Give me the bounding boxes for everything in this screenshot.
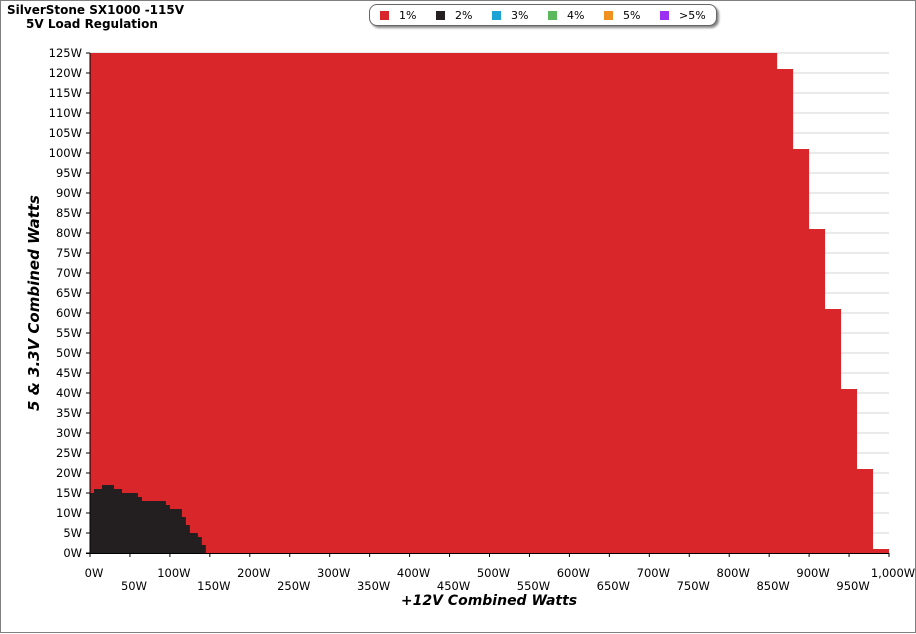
y-tick-label: 85W [56, 206, 82, 220]
y-tick-label: 15W [56, 486, 82, 500]
y-tick-label: 30W [56, 426, 82, 440]
y-tick-label: 115W [49, 86, 82, 100]
y-tick-label: 100W [49, 146, 82, 160]
x-tick-label: 1,000W [871, 566, 915, 580]
x-tick-label: 450W [437, 579, 470, 593]
y-tick-label: 25W [56, 446, 82, 460]
x-tick-label: 600W [557, 566, 590, 580]
plot-area: 0W 5W 10W 15W 20W 25W 30W 35W 40W 45W 50W 55W 60W 65W… [25, 46, 915, 609]
x-tick-label: 400W [397, 566, 430, 580]
y-tick-label: 45W [56, 366, 82, 380]
y-tick-label: 10W [56, 506, 82, 520]
y-tick-label: 125W [49, 46, 82, 60]
y-tick-label: 80W [56, 226, 82, 240]
y-tick-label: 0W [63, 546, 82, 560]
y-tick-label: 65W [56, 286, 82, 300]
x-tick-label: 800W [717, 566, 750, 580]
chart-frame: SilverStone SX1000 -115V 5V Load Regulat… [0, 0, 916, 633]
y-tick-label: 35W [56, 406, 82, 420]
x-tick-label: 500W [477, 566, 510, 580]
y-tick-label: 20W [56, 466, 82, 480]
y-tick-label: 55W [56, 326, 82, 340]
x-tick-label: 350W [357, 579, 390, 593]
x-tick-label: 300W [317, 566, 350, 580]
series-area-1% [90, 53, 889, 553]
y-tick-label: 110W [49, 106, 82, 120]
y-tick-label: 40W [56, 386, 82, 400]
x-tick-label: 200W [237, 566, 270, 580]
y-axis-label: 5 & 3.3V Combined Watts [25, 195, 43, 411]
y-tick-label: 70W [56, 266, 82, 280]
y-tick-label: 50W [56, 346, 82, 360]
x-tick-label: 650W [597, 579, 630, 593]
x-tick-label: 950W [836, 579, 869, 593]
x-tick-label: 250W [277, 579, 310, 593]
x-tick-label: 750W [677, 579, 710, 593]
x-tick-label: 550W [517, 579, 550, 593]
x-tick-label: 50W [121, 579, 147, 593]
y-tick-label: 120W [49, 66, 82, 80]
y-tick-label: 60W [56, 306, 82, 320]
y-tick-label: 105W [49, 126, 82, 140]
y-tick-label: 5W [63, 526, 82, 540]
x-tick-label: 0W [85, 566, 104, 580]
y-tick-label: 95W [56, 166, 82, 180]
y-tick-label: 75W [56, 246, 82, 260]
x-tick-label: 150W [197, 579, 230, 593]
x-tick-label: 900W [796, 566, 829, 580]
x-axis-label: +12V Combined Watts [401, 593, 577, 609]
x-tick-label: 100W [157, 566, 190, 580]
x-tick-label: 700W [637, 566, 670, 580]
y-tick-label: 90W [56, 186, 82, 200]
x-tick-label: 850W [756, 579, 789, 593]
